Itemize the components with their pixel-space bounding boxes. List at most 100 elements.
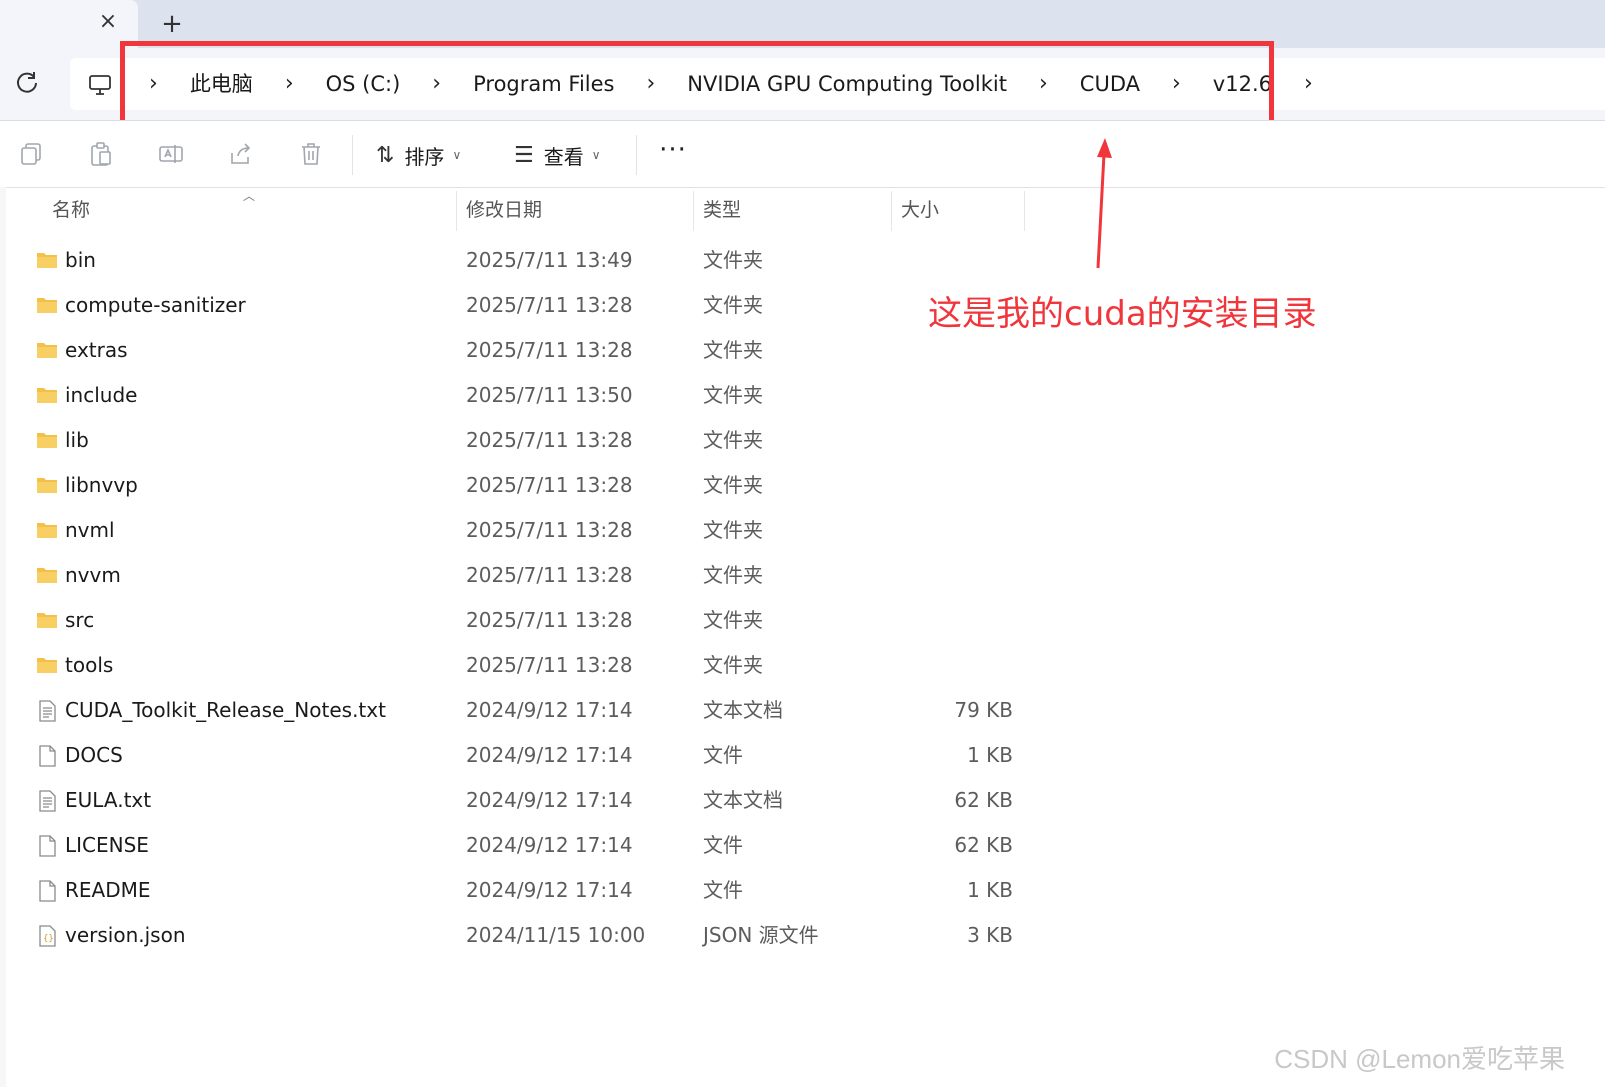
breadcrumb-nvidia-toolkit[interactable]: NVIDIA GPU Computing Toolkit: [670, 58, 1024, 110]
text-file-icon: [36, 700, 58, 722]
file-row[interactable]: include 2025/7/11 13:50 文件夹: [0, 373, 1100, 418]
file-modified-date: 2025/7/11 13:28: [466, 563, 633, 587]
file-modified-date: 2025/7/11 13:28: [466, 293, 633, 317]
file-type: 文件夹: [703, 293, 763, 317]
file-type: JSON 源文件: [703, 923, 819, 947]
computer-icon[interactable]: [88, 73, 112, 97]
share-icon[interactable]: [228, 141, 254, 167]
folder-icon: [36, 565, 58, 585]
file-icon: [36, 745, 58, 767]
file-name: bin: [65, 248, 96, 272]
file-row[interactable]: libnvvp 2025/7/11 13:28 文件夹: [0, 463, 1100, 508]
column-modified[interactable]: 修改日期: [466, 187, 542, 233]
file-type: 文件夹: [703, 383, 763, 407]
breadcrumb-v12-6[interactable]: v12.6: [1196, 58, 1289, 110]
folder-icon: [36, 340, 58, 360]
file-type: 文件夹: [703, 518, 763, 542]
chevron-right-icon[interactable]: ›: [417, 58, 456, 110]
file-row[interactable]: nvml 2025/7/11 13:28 文件夹: [0, 508, 1100, 553]
file-row[interactable]: tools 2025/7/11 13:28 文件夹: [0, 643, 1100, 688]
file-modified-date: 2024/9/12 17:14: [466, 878, 633, 902]
column-name[interactable]: 名称: [52, 187, 90, 233]
close-tab-icon[interactable]: ×: [96, 10, 120, 34]
copy-icon[interactable]: [18, 141, 44, 167]
file-name: README: [65, 878, 151, 902]
file-name: CUDA_Toolkit_Release_Notes.txt: [65, 698, 386, 722]
breadcrumb-this-pc[interactable]: 此电脑: [173, 58, 270, 110]
folder-icon: [36, 655, 58, 675]
file-row[interactable]: CUDA_Toolkit_Release_Notes.txt 2024/9/12 …: [0, 688, 1100, 733]
chevron-right-icon[interactable]: ›: [134, 58, 173, 110]
file-row[interactable]: src 2025/7/11 13:28 文件夹: [0, 598, 1100, 643]
address-bar[interactable]: › 此电脑 › OS (C:) › Program Files › NVIDIA…: [70, 58, 1605, 110]
file-row[interactable]: DOCS 2024/9/12 17:14 文件 1 KB: [0, 733, 1100, 778]
chevron-right-icon[interactable]: ›: [631, 58, 670, 110]
folder-icon: [36, 295, 58, 315]
file-type: 文件夹: [703, 248, 763, 272]
chevron-right-icon[interactable]: ›: [1289, 58, 1328, 110]
column-resize-handle[interactable]: [891, 191, 892, 231]
file-row[interactable]: nvvm 2025/7/11 13:28 文件夹: [0, 553, 1100, 598]
file-size: 79 KB: [954, 698, 1013, 722]
breadcrumb-cuda[interactable]: CUDA: [1063, 58, 1157, 110]
column-size[interactable]: 大小: [901, 187, 939, 233]
watermark: CSDN @Lemon爱吃苹果: [1274, 1044, 1565, 1074]
file-type: 文件夹: [703, 563, 763, 587]
file-icon: [36, 880, 58, 902]
file-type: 文件夹: [703, 473, 763, 497]
file-name: extras: [65, 338, 128, 362]
file-modified-date: 2025/7/11 13:49: [466, 248, 633, 272]
file-name: DOCS: [65, 743, 123, 767]
view-button[interactable]: ☰ 查看 ∨: [514, 135, 601, 175]
file-type: 文件: [703, 878, 743, 902]
command-divider: [636, 135, 637, 175]
breadcrumb: › 此电脑 › OS (C:) › Program Files › NVIDIA…: [134, 58, 1328, 110]
view-icon: ☰: [514, 142, 534, 168]
chevron-right-icon[interactable]: ›: [270, 58, 309, 110]
command-bar: ⇅ 排序 ∨ ☰ 查看 ∨ ···: [0, 120, 1605, 188]
file-modified-date: 2025/7/11 13:28: [466, 428, 633, 452]
file-name: compute-sanitizer: [65, 293, 246, 317]
file-modified-date: 2024/9/12 17:14: [466, 833, 633, 857]
folder-icon: [36, 430, 58, 450]
file-name: version.json: [65, 923, 186, 947]
file-name: include: [65, 383, 138, 407]
refresh-icon[interactable]: [12, 68, 42, 98]
more-options-button[interactable]: ···: [656, 137, 690, 171]
file-modified-date: 2024/9/12 17:14: [466, 698, 633, 722]
column-resize-handle[interactable]: [1024, 191, 1025, 231]
chevron-down-icon: ∨: [452, 148, 462, 162]
folder-icon: [36, 250, 58, 270]
new-tab-button[interactable]: +: [160, 10, 184, 38]
file-name: LICENSE: [65, 833, 149, 857]
delete-icon[interactable]: [298, 141, 324, 167]
file-size: 3 KB: [967, 923, 1013, 947]
sort-button[interactable]: ⇅ 排序 ∨: [376, 135, 461, 175]
view-label: 查看: [543, 144, 584, 169]
column-resize-handle[interactable]: [693, 191, 694, 231]
column-resize-handle[interactable]: [456, 191, 457, 231]
file-type: 文件: [703, 743, 743, 767]
file-row[interactable]: {} version.json 2024/11/15 10:00 JSON 源文件 3 …: [0, 913, 1100, 958]
column-type[interactable]: 类型: [703, 187, 741, 233]
file-row[interactable]: LICENSE 2024/9/12 17:14 文件 62 KB: [0, 823, 1100, 868]
folder-icon: [36, 520, 58, 540]
rename-icon[interactable]: [158, 141, 184, 167]
file-row[interactable]: EULA.txt 2024/9/12 17:14 文本文档 62 KB: [0, 778, 1100, 823]
annotation-arrow: [1096, 138, 1112, 269]
file-type: 文件夹: [703, 608, 763, 632]
file-name: src: [65, 608, 95, 632]
chevron-right-icon[interactable]: ›: [1157, 58, 1196, 110]
breadcrumb-os-c[interactable]: OS (C:): [309, 58, 418, 110]
file-row[interactable]: lib 2025/7/11 13:28 文件夹: [0, 418, 1100, 463]
file-modified-date: 2025/7/11 13:28: [466, 473, 633, 497]
paste-icon[interactable]: [88, 141, 114, 167]
active-tab[interactable]: ×: [0, 0, 138, 48]
file-modified-date: 2025/7/11 13:28: [466, 653, 633, 677]
svg-text:{}: {}: [43, 934, 54, 944]
file-row[interactable]: bin 2025/7/11 13:49 文件夹: [0, 238, 1100, 283]
file-row[interactable]: README 2024/9/12 17:14 文件 1 KB: [0, 868, 1100, 913]
breadcrumb-program-files[interactable]: Program Files: [456, 58, 631, 110]
chevron-right-icon[interactable]: ›: [1024, 58, 1063, 110]
file-name: nvvm: [65, 563, 121, 587]
